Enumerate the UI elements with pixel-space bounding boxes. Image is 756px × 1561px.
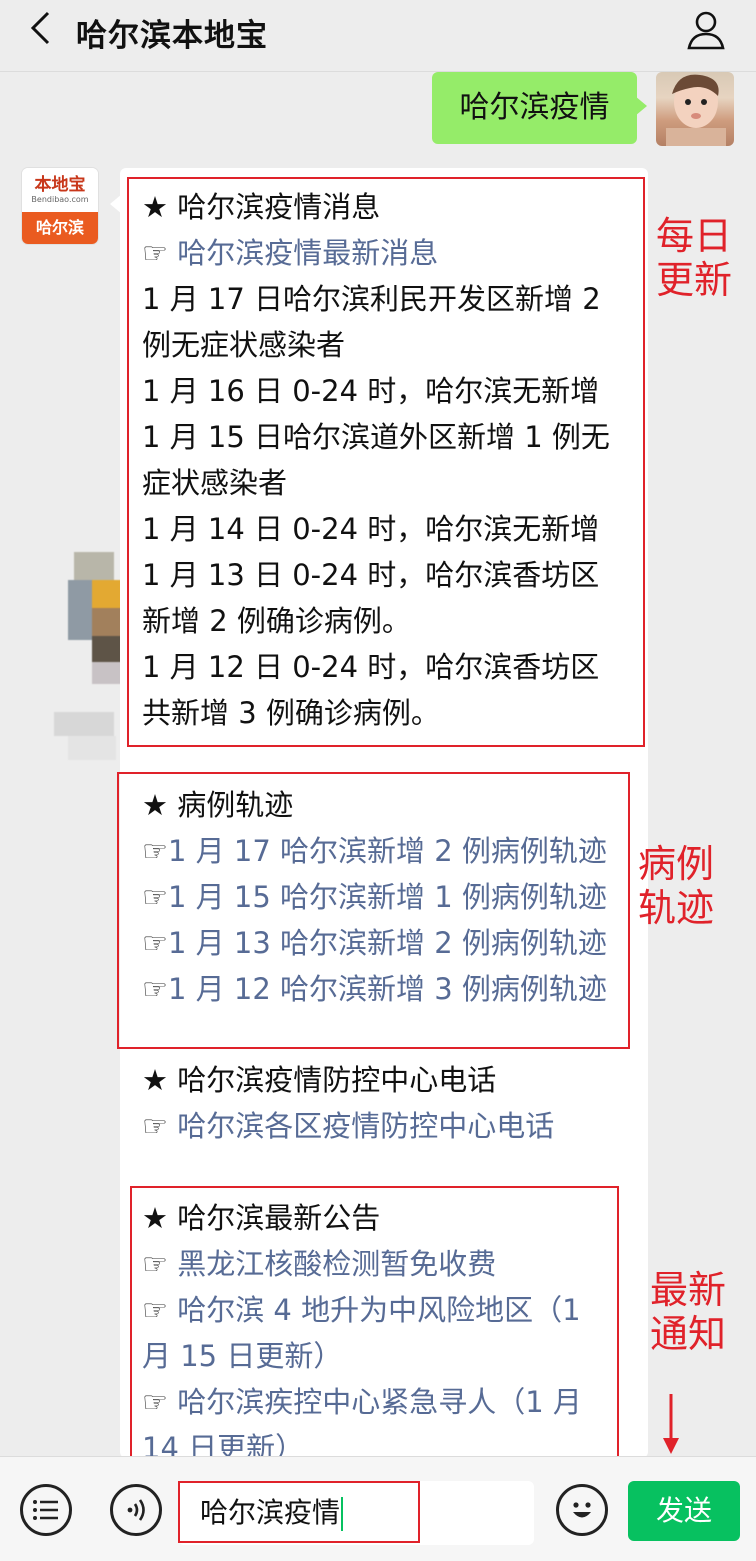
news-line: 1 月 16 日 0-24 时，哈尔滨无新增 bbox=[142, 374, 600, 408]
link-case-track[interactable]: 1 月 17 哈尔滨新增 2 例病例轨迹 bbox=[168, 834, 607, 868]
voice-button[interactable] bbox=[110, 1484, 162, 1536]
news-line: 1 月 12 日 0-24 时，哈尔滨香坊区 bbox=[142, 650, 600, 684]
menu-button[interactable] bbox=[20, 1484, 72, 1536]
emoji-icon bbox=[573, 1502, 591, 1518]
link-hotlines[interactable]: 哈尔滨各区疫情防控中心电话 bbox=[177, 1109, 554, 1143]
pointing-hand-icon: ☞ bbox=[142, 834, 168, 868]
pointing-hand-icon: ☞ bbox=[142, 1293, 168, 1327]
link-notice[interactable]: 月 15 日更新） bbox=[142, 1339, 342, 1373]
avatar-city-text: 哈尔滨 bbox=[22, 212, 98, 244]
link-notice[interactable]: 黑龙江核酸检测暂免收费 bbox=[177, 1247, 496, 1281]
annotation-latest-notice: 最新 通知 bbox=[650, 1268, 726, 1356]
arrow-down-icon bbox=[663, 1394, 679, 1454]
link-item[interactable]: ☞1 月 13 哈尔滨新增 2 例病例轨迹 bbox=[142, 920, 607, 966]
voice-icon bbox=[127, 1499, 145, 1521]
back-icon[interactable] bbox=[22, 10, 58, 46]
user-message[interactable]: 哈尔滨疫情 bbox=[432, 72, 647, 144]
avatar-brand-text: 本地宝 bbox=[34, 175, 86, 195]
title-bar: 哈尔滨本地宝 bbox=[0, 0, 756, 72]
annotation-text: 通知 bbox=[650, 1312, 727, 1356]
send-button[interactable]: 发送 bbox=[628, 1481, 740, 1541]
user-avatar[interactable] bbox=[656, 72, 734, 146]
link-item[interactable]: ☞1 月 17 哈尔滨新增 2 例病例轨迹 bbox=[142, 828, 607, 874]
link-item-continued[interactable]: 月 15 日更新） bbox=[142, 1333, 582, 1379]
pointing-hand-icon: ☞ bbox=[142, 236, 168, 270]
input-toolbar: 哈尔滨疫情 发送 bbox=[0, 1456, 756, 1561]
pointing-hand-icon: ☞ bbox=[142, 880, 168, 914]
link-notice[interactable]: 14 日更新） bbox=[142, 1431, 304, 1456]
news-line: 1 月 14 日 0-24 时，哈尔滨无新增 bbox=[142, 512, 600, 546]
news-line: 1 月 17 日哈尔滨利民开发区新增 2 bbox=[142, 282, 601, 316]
epidemic-news-section: ★ 哈尔滨疫情消息 ☞ 哈尔滨疫情最新消息 1 月 17 日哈尔滨利民开发区新增… bbox=[142, 184, 610, 736]
notice-section: ★ 哈尔滨最新公告 ☞ 黑龙江核酸检测暂免收费 ☞ 哈尔滨 4 地升为中风险地区… bbox=[142, 1195, 582, 1456]
link-item[interactable]: ☞ 哈尔滨各区疫情防控中心电话 bbox=[142, 1103, 554, 1149]
news-line: 症状感染者 bbox=[142, 466, 288, 500]
hotline-section: ★ 哈尔滨疫情防控中心电话 ☞ 哈尔滨各区疫情防控中心电话 bbox=[142, 1057, 554, 1149]
pointing-hand-icon: ☞ bbox=[142, 926, 168, 960]
news-line: 例无症状感染者 bbox=[142, 328, 346, 362]
emoji-button[interactable] bbox=[556, 1484, 608, 1536]
annotation-daily-update: 每日 更新 bbox=[656, 214, 732, 302]
annotation-text: 每日 bbox=[656, 214, 733, 258]
pointing-hand-icon: ☞ bbox=[142, 1385, 168, 1419]
link-case-track[interactable]: 1 月 12 哈尔滨新增 3 例病例轨迹 bbox=[168, 972, 607, 1006]
avatar-site-text: Bendibao.com bbox=[31, 195, 89, 204]
news-line: 新增 2 例确诊病例。 bbox=[142, 604, 411, 638]
link-item[interactable]: ☞ 黑龙江核酸检测暂免收费 bbox=[142, 1241, 582, 1287]
annotation-text: 病例 bbox=[638, 842, 715, 886]
section-heading: ★ 病例轨迹 bbox=[142, 788, 294, 822]
case-tracks-section: ★ 病例轨迹 ☞1 月 17 哈尔滨新增 2 例病例轨迹 ☞1 月 15 哈尔滨… bbox=[142, 782, 607, 1012]
annotation-text: 轨迹 bbox=[638, 886, 715, 930]
section-heading: ★ 哈尔滨最新公告 bbox=[142, 1201, 381, 1235]
chat-area[interactable]: 哈尔滨疫情 本地宝 Bendibao.com 哈尔滨 ★ 哈尔滨疫情消息 ☞ 哈… bbox=[0, 72, 756, 1456]
link-notice[interactable]: 哈尔滨疾控中心紧急寻人（1 月 bbox=[177, 1385, 582, 1419]
section-heading: ★ 哈尔滨疫情消息 bbox=[142, 190, 381, 224]
bot-avatar[interactable]: 本地宝 Bendibao.com 哈尔滨 bbox=[22, 168, 98, 244]
link-item[interactable]: ☞1 月 12 哈尔滨新增 3 例病例轨迹 bbox=[142, 966, 607, 1012]
profile-icon[interactable] bbox=[684, 8, 728, 52]
link-item[interactable]: ☞ 哈尔滨疫情最新消息 bbox=[142, 230, 610, 276]
link-case-track[interactable]: 1 月 13 哈尔滨新增 2 例病例轨迹 bbox=[168, 926, 607, 960]
section-heading: ★ 哈尔滨疫情防控中心电话 bbox=[142, 1063, 497, 1097]
pointing-hand-icon: ☞ bbox=[142, 1247, 168, 1281]
pointing-hand-icon: ☞ bbox=[142, 1109, 168, 1143]
link-case-track[interactable]: 1 月 15 哈尔滨新增 1 例病例轨迹 bbox=[168, 880, 607, 914]
annotation-text: 最新 bbox=[650, 1268, 727, 1312]
annotation-text: 更新 bbox=[656, 258, 733, 302]
news-line: 1 月 15 日哈尔滨道外区新增 1 例无 bbox=[142, 420, 610, 454]
highlight-box-input bbox=[178, 1481, 420, 1543]
news-line: 共新增 3 例确诊病例。 bbox=[142, 696, 440, 730]
news-line: 1 月 13 日 0-24 时，哈尔滨香坊区 bbox=[142, 558, 600, 592]
link-item[interactable]: ☞1 月 15 哈尔滨新增 1 例病例轨迹 bbox=[142, 874, 607, 920]
annotation-case-tracks: 病例 轨迹 bbox=[638, 842, 714, 930]
link-item[interactable]: ☞ 哈尔滨 4 地升为中风险地区（1 bbox=[142, 1287, 582, 1333]
link-item[interactable]: ☞ 哈尔滨疾控中心紧急寻人（1 月 bbox=[142, 1379, 582, 1425]
link-latest-news[interactable]: 哈尔滨疫情最新消息 bbox=[177, 236, 438, 270]
link-item-continued[interactable]: 14 日更新） bbox=[142, 1425, 582, 1456]
link-notice[interactable]: 哈尔滨 4 地升为中风险地区（1 bbox=[177, 1293, 580, 1327]
list-icon bbox=[33, 1500, 58, 1520]
chat-title: 哈尔滨本地宝 bbox=[76, 18, 268, 54]
pointing-hand-icon: ☞ bbox=[142, 972, 168, 1006]
